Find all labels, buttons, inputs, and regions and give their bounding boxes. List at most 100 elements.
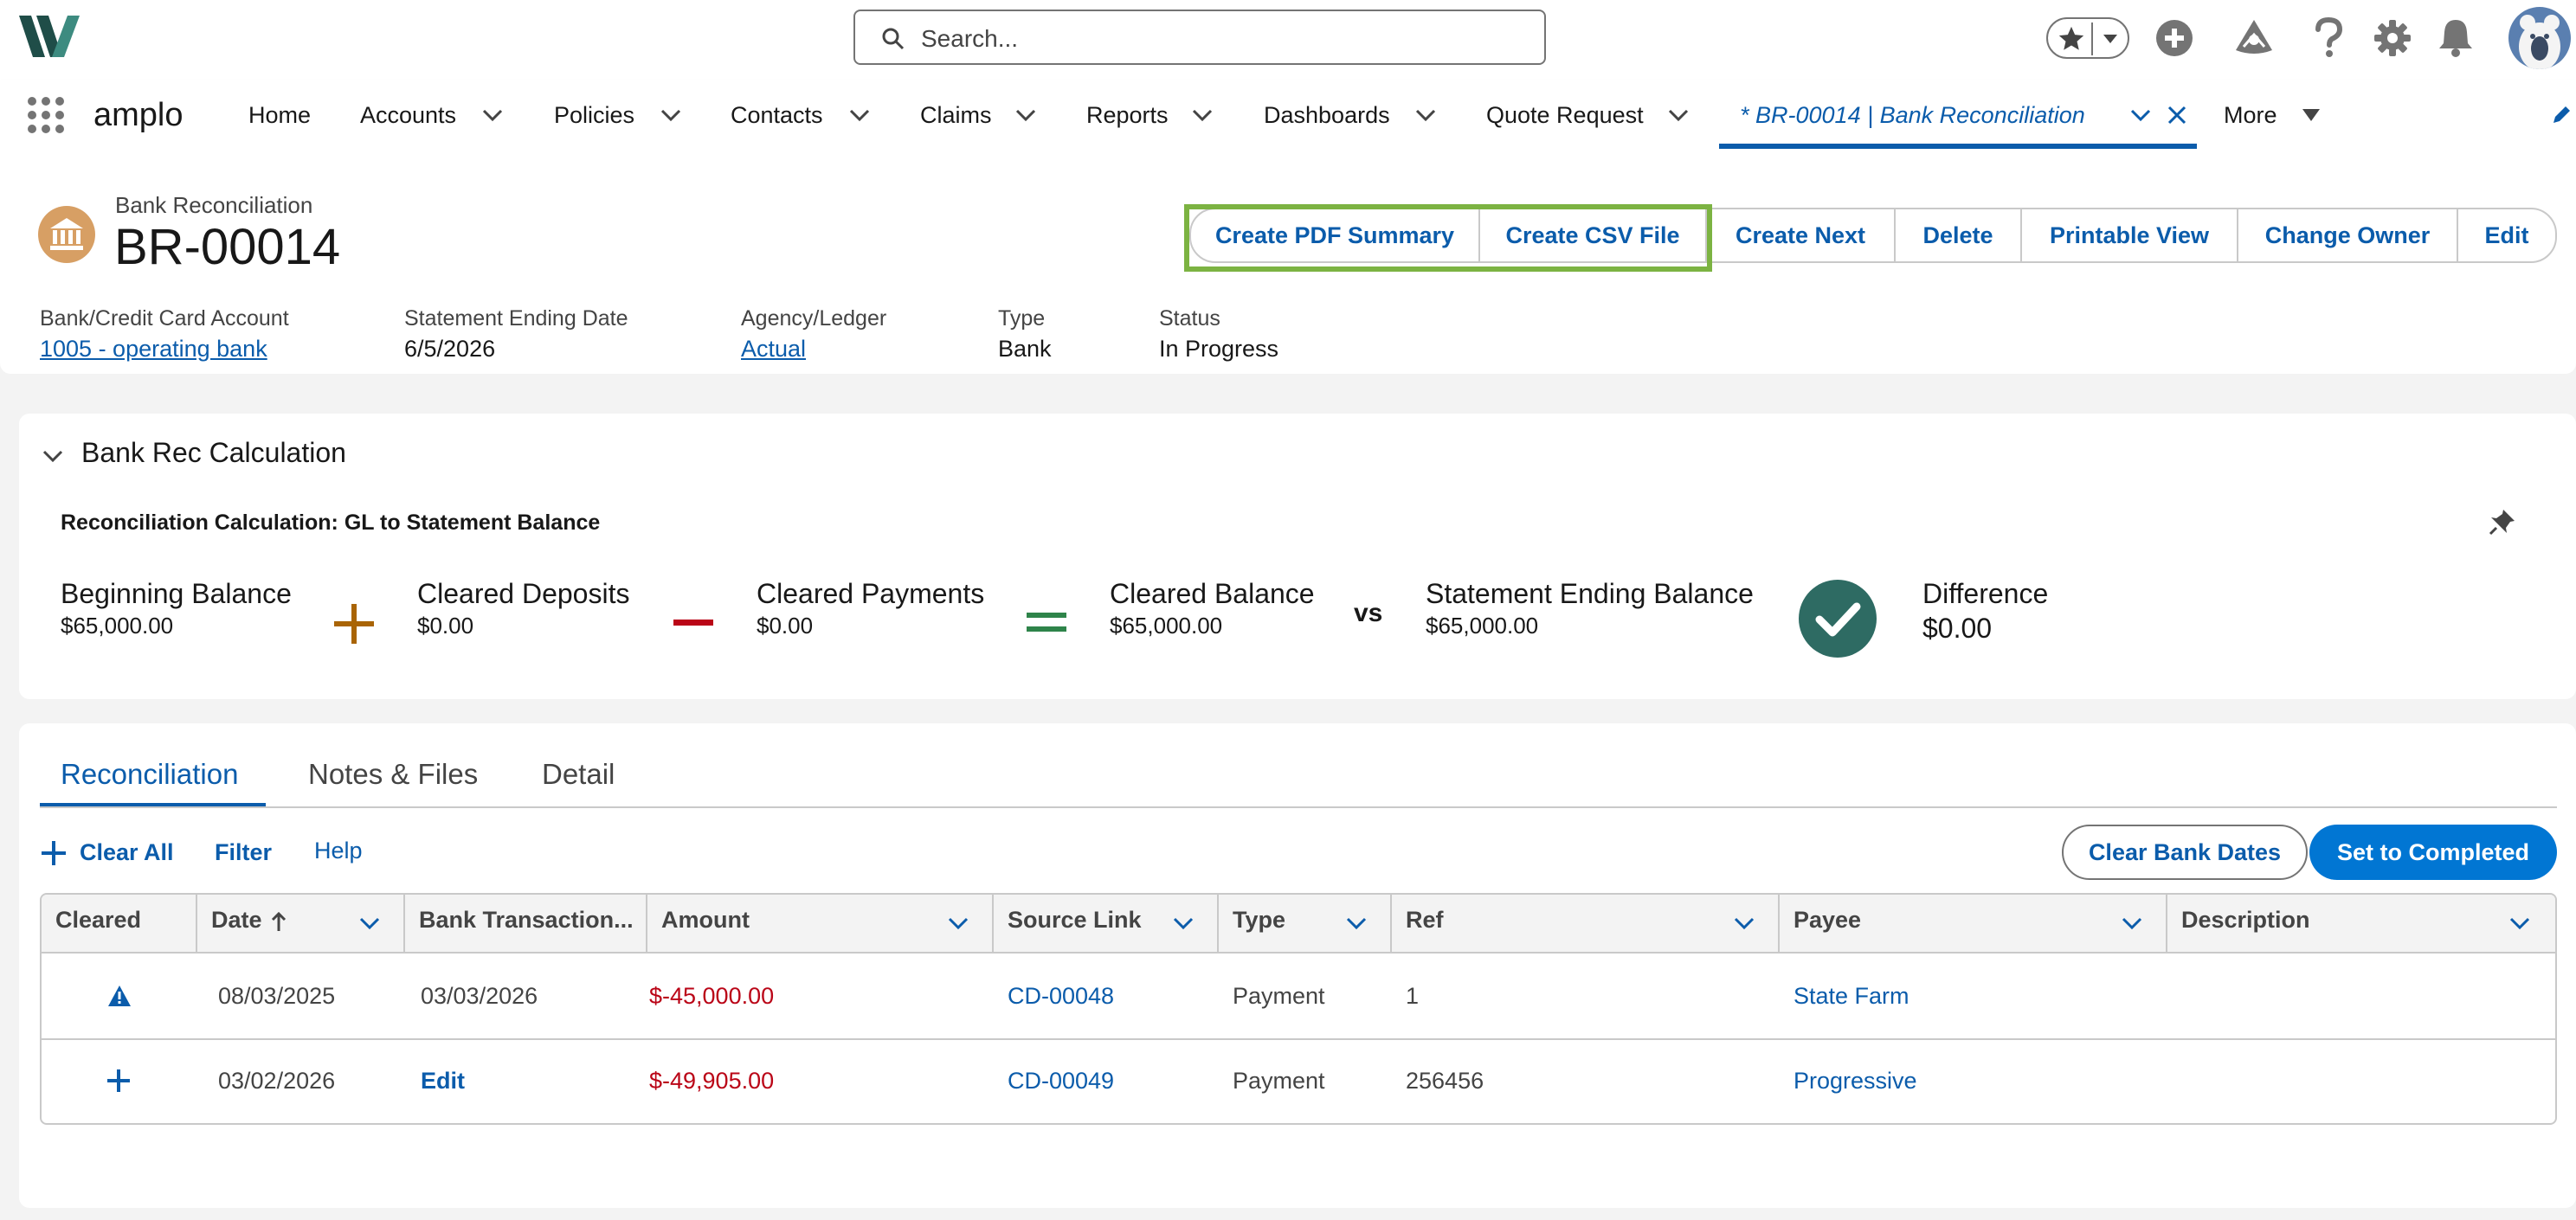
star-icon (2058, 26, 2084, 50)
app-logo-icon[interactable] (17, 12, 85, 61)
search-icon (882, 28, 905, 50)
close-icon[interactable] (2166, 104, 2188, 126)
chevron-down-icon[interactable] (1170, 910, 1196, 936)
chevron-down-icon[interactable] (357, 910, 383, 936)
create-csv-file-button[interactable]: Create CSV File (1478, 208, 1707, 263)
cell-ref: 1 (1406, 983, 1420, 1009)
search-input[interactable]: Search... (853, 10, 1546, 65)
tab-detail[interactable]: Detail (542, 758, 615, 791)
add-icon[interactable] (42, 841, 66, 865)
create-pdf-summary-button[interactable]: Create PDF Summary (1189, 208, 1480, 263)
cleared-balance-label: Cleared Balance (1110, 578, 1315, 609)
chevron-down-icon[interactable] (2119, 910, 2145, 936)
pin-icon[interactable] (2488, 507, 2517, 536)
chevron-down-icon[interactable] (1343, 910, 1369, 936)
active-tab-label: * BR-00014 | Bank Reconciliation (1740, 102, 2085, 128)
chevron-down-icon (2103, 35, 2117, 43)
help-link[interactable]: Help (314, 838, 363, 864)
set-to-completed-button[interactable]: Set to Completed (2309, 825, 2557, 880)
nav-item-reports[interactable]: Reports (1086, 102, 1169, 129)
column-divider (403, 895, 405, 952)
nav-more[interactable]: More (2224, 102, 2277, 129)
chevron-down-icon[interactable] (847, 102, 873, 128)
minus-operator-icon (673, 620, 713, 626)
cell-payee-link[interactable]: State Farm (1794, 983, 1909, 1010)
column-header-source-link[interactable]: Source Link (1008, 907, 1142, 934)
printable-view-button[interactable]: Printable View (2020, 208, 2238, 263)
active-record-tab[interactable]: * BR-00014 | Bank Reconciliation (1719, 80, 2197, 149)
cleared-deposits-label: Cleared Deposits (417, 578, 630, 609)
chevron-down-icon[interactable] (945, 910, 971, 936)
column-header-amount[interactable]: Amount (661, 907, 750, 934)
add-icon[interactable] (107, 1069, 130, 1092)
plus-operator-icon (334, 604, 374, 644)
nav-item-claims[interactable]: Claims (920, 102, 992, 129)
column-header-bank-transaction-date[interactable]: Bank Transaction... (419, 907, 634, 934)
cell-amount: $-45,000.00 (649, 983, 775, 1009)
change-owner-button[interactable]: Change Owner (2237, 208, 2458, 263)
field-value-status: In Progress (1159, 336, 1279, 362)
warning-icon[interactable] (107, 985, 132, 1007)
cell-bank-transaction-edit-link[interactable]: Edit (421, 1068, 465, 1095)
cell-payee-link[interactable]: Progressive (1794, 1068, 1917, 1095)
column-divider (646, 895, 647, 952)
column-header-payee[interactable]: Payee (1794, 907, 1861, 934)
favorites-button[interactable] (2046, 17, 2129, 59)
chevron-down-icon[interactable] (1189, 102, 1215, 128)
column-header-date[interactable]: Date (211, 907, 262, 934)
cleared-payments-label: Cleared Payments (757, 578, 985, 609)
column-divider (1778, 895, 1780, 952)
cleared-balance-value: $65,000.00 (1110, 613, 1223, 639)
tab-reconciliation[interactable]: Reconciliation (61, 758, 238, 791)
edit-button[interactable]: Edit (2457, 208, 2557, 263)
column-header-type[interactable]: Type (1233, 907, 1285, 934)
nav-item-policies[interactable]: Policies (554, 102, 634, 129)
chevron-down-icon[interactable] (480, 102, 506, 128)
add-icon[interactable] (2155, 19, 2193, 57)
cell-source-link[interactable]: CD-00048 (1008, 983, 1114, 1010)
notifications-bell-icon[interactable] (2438, 17, 2474, 57)
nav-item-accounts[interactable]: Accounts (360, 102, 456, 129)
nav-item-home[interactable]: Home (248, 102, 311, 129)
edit-pencil-icon[interactable] (2550, 104, 2573, 126)
chevron-down-icon[interactable] (2128, 102, 2154, 128)
clear-bank-dates-button[interactable]: Clear Bank Dates (2062, 825, 2308, 880)
filter-button[interactable]: Filter (215, 839, 272, 866)
app-name: amplo (93, 97, 184, 133)
nav-item-quote-request[interactable]: Quote Request (1486, 102, 1644, 129)
cell-bank-transaction-date[interactable]: 03/03/2026 (421, 983, 538, 1010)
setup-gear-icon[interactable] (2373, 19, 2412, 57)
sort-ascending-arrow-icon[interactable] (270, 912, 287, 933)
delete-button[interactable]: Delete (1894, 208, 2022, 263)
app-launcher-icon[interactable] (26, 95, 66, 135)
create-next-button[interactable]: Create Next (1705, 208, 1896, 263)
chevron-down-icon[interactable] (1413, 102, 1439, 128)
nav-item-dashboards[interactable]: Dashboards (1264, 102, 1390, 129)
statement-ending-balance-label: Statement Ending Balance (1426, 578, 1754, 609)
column-header-description[interactable]: Description (2181, 907, 2310, 934)
clear-all-button[interactable]: Clear All (80, 839, 174, 866)
cell-source-link[interactable]: CD-00049 (1008, 1068, 1114, 1095)
field-value-agency-ledger-link[interactable]: Actual (741, 336, 806, 363)
field-value-bank-account-link[interactable]: 1005 - operating bank (40, 336, 267, 363)
tab-notes-files[interactable]: Notes & Files (308, 758, 478, 791)
difference-label: Difference (1922, 578, 2049, 609)
collapse-chevron-icon[interactable] (40, 443, 66, 469)
chevron-down-icon[interactable] (1013, 102, 1039, 128)
chevron-down-icon[interactable] (658, 102, 684, 128)
trailhead-icon[interactable] (2233, 17, 2275, 57)
nav-item-contacts[interactable]: Contacts (731, 102, 823, 129)
bear-avatar-icon (2519, 15, 2560, 69)
chevron-down-icon[interactable] (2507, 910, 2533, 936)
user-avatar[interactable] (2508, 7, 2571, 69)
field-label-status: Status (1159, 306, 1220, 331)
column-header-ref[interactable]: Ref (1406, 907, 1444, 934)
column-header-cleared[interactable]: Cleared (55, 907, 141, 934)
help-icon[interactable] (2313, 17, 2344, 59)
chevron-down-icon[interactable] (1665, 102, 1691, 128)
chevron-down-icon[interactable] (1731, 910, 1757, 936)
cell-date: 03/02/2026 (218, 1068, 336, 1094)
caret-down-icon[interactable] (2301, 107, 2322, 123)
section-title[interactable]: Bank Rec Calculation (81, 437, 346, 469)
record-header (0, 152, 2576, 374)
